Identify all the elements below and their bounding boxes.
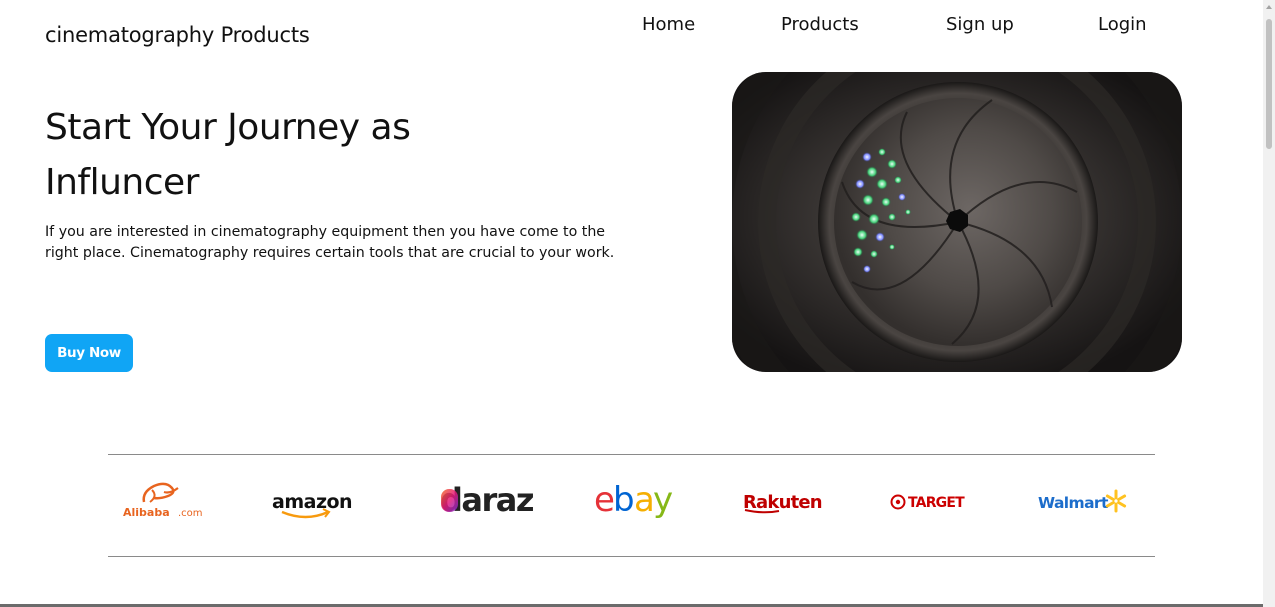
nav-products[interactable]: Products: [781, 14, 859, 35]
svg-text:e: e: [594, 480, 614, 520]
target-icon: TARGET: [890, 494, 966, 511]
hero-title: Start Your Journey as Influncer: [45, 100, 645, 210]
svg-text:.com: .com: [178, 508, 203, 519]
partner-logos: Alibaba .com amazon daraz e b a y Rakute…: [108, 470, 1155, 530]
page: cinematography Products Home Products Si…: [0, 0, 1263, 607]
svg-text:Walmart: Walmart: [1038, 494, 1109, 512]
alibaba-icon: Alibaba .com: [123, 482, 203, 519]
divider-bottom: [108, 556, 1155, 557]
rakuten-icon: Rakuten: [743, 492, 823, 514]
amazon-logo[interactable]: amazon: [270, 470, 353, 530]
main-nav: Home Products Sign up Login: [0, 14, 1263, 38]
nav-login[interactable]: Login: [1098, 14, 1147, 35]
ebay-logo[interactable]: e b a y: [594, 470, 680, 530]
alibaba-logo[interactable]: Alibaba .com: [122, 470, 204, 530]
svg-text:amazon: amazon: [272, 491, 352, 513]
hero-title-line-1: Start Your Journey as: [45, 107, 411, 148]
vertical-scrollbar[interactable]: [1263, 0, 1275, 607]
scroll-up-arrow-icon[interactable]: [1266, 5, 1272, 9]
nav-home[interactable]: Home: [642, 14, 695, 35]
scrollbar-thumb[interactable]: [1266, 19, 1272, 149]
daraz-icon: daraz: [440, 481, 535, 519]
svg-text:Rakuten: Rakuten: [743, 492, 822, 513]
camera-lens-image: [732, 72, 1182, 372]
daraz-logo[interactable]: daraz: [438, 470, 535, 530]
svg-text:a: a: [634, 480, 652, 520]
walmart-icon: Walmart: [1038, 489, 1127, 513]
svg-text:b: b: [613, 480, 633, 520]
svg-text:y: y: [653, 480, 673, 520]
walmart-logo[interactable]: Walmart: [1036, 470, 1132, 530]
target-logo[interactable]: TARGET: [888, 470, 966, 530]
buy-now-button[interactable]: Buy Now: [45, 334, 133, 372]
ebay-icon: e b a y: [594, 480, 676, 520]
svg-text:Alibaba: Alibaba: [123, 506, 170, 519]
divider-top: [108, 454, 1155, 455]
hero-image-camera-lens: [732, 72, 1182, 372]
hero-description: If you are interested in cinematography …: [45, 224, 615, 261]
amazon-icon: amazon: [272, 491, 353, 519]
hero-title-line-2: Influncer: [45, 162, 199, 203]
svg-text:TARGET: TARGET: [908, 495, 965, 511]
rakuten-logo[interactable]: Rakuten: [742, 470, 823, 530]
nav-signup[interactable]: Sign up: [946, 14, 1014, 35]
